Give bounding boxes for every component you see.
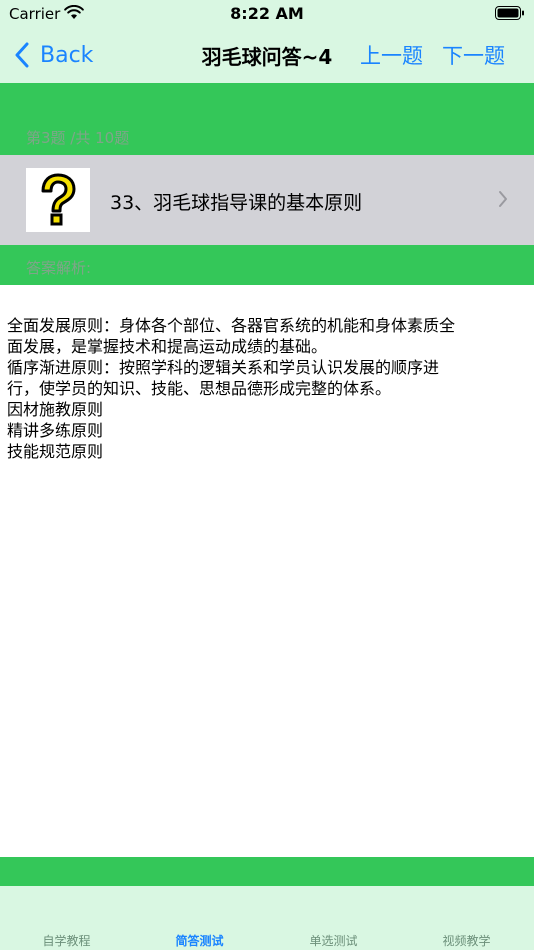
navigation-bar: Back 羽毛球问答~4 上一题 下一题 xyxy=(0,28,534,83)
answer-line: 面发展，是掌握技术和提高运动成绩的基础。 xyxy=(7,337,328,356)
chevron-right-icon xyxy=(499,191,507,207)
tab-short-answer-test[interactable]: 简答测试 xyxy=(133,932,266,949)
question-progress: 第3题 /共 10题 xyxy=(26,129,130,147)
answer-line: 技能规范原则 xyxy=(7,442,104,461)
answer-header-band: 答案解析: xyxy=(0,245,534,285)
answer-line: 全面发展原则：身体各个部位、各器官系统的机能和身体素质全 xyxy=(7,316,456,335)
question-text: 33、羽毛球指导课的基本原则 xyxy=(110,192,363,214)
tab-single-choice-test[interactable]: 单选测试 xyxy=(267,932,400,949)
footer-band xyxy=(0,857,534,886)
tab-bar: 自学教程 简答测试 单选测试 视频教学 xyxy=(0,886,534,950)
answer-line: 精讲多练原则 xyxy=(7,421,104,440)
answer-line: 循序渐进原则：按照学科的逻辑关系和学员认识发展的顺序进 xyxy=(7,358,440,377)
page-title: 羽毛球问答~4 xyxy=(201,45,333,69)
clock: 8:22 AM xyxy=(230,4,304,23)
answer-line: 行，使学员的知识、技能、思想品德形成完整的体系。 xyxy=(7,379,392,398)
answer-line: 因材施教原则 xyxy=(7,400,104,419)
question-row[interactable]: 33、羽毛球指导课的基本原则 xyxy=(0,155,534,245)
back-button[interactable]: Back xyxy=(14,39,93,71)
chevron-left-icon xyxy=(15,42,29,68)
status-bar: Carrier 8:22 AM xyxy=(0,0,534,28)
next-question-button[interactable]: 下一题 xyxy=(442,40,505,70)
tab-self-study[interactable]: 自学教程 xyxy=(0,932,133,949)
question-mark-icon xyxy=(26,168,90,232)
answer-header: 答案解析: xyxy=(26,259,92,277)
previous-question-button[interactable]: 上一题 xyxy=(360,40,423,70)
answer-text: 全面发展原则：身体各个部位、各器官系统的机能和身体素质全 面发展，是掌握技术和提… xyxy=(7,315,525,462)
back-label: Back xyxy=(40,42,94,68)
battery-icon xyxy=(495,6,524,20)
tab-video-teaching[interactable]: 视频教学 xyxy=(400,932,533,949)
